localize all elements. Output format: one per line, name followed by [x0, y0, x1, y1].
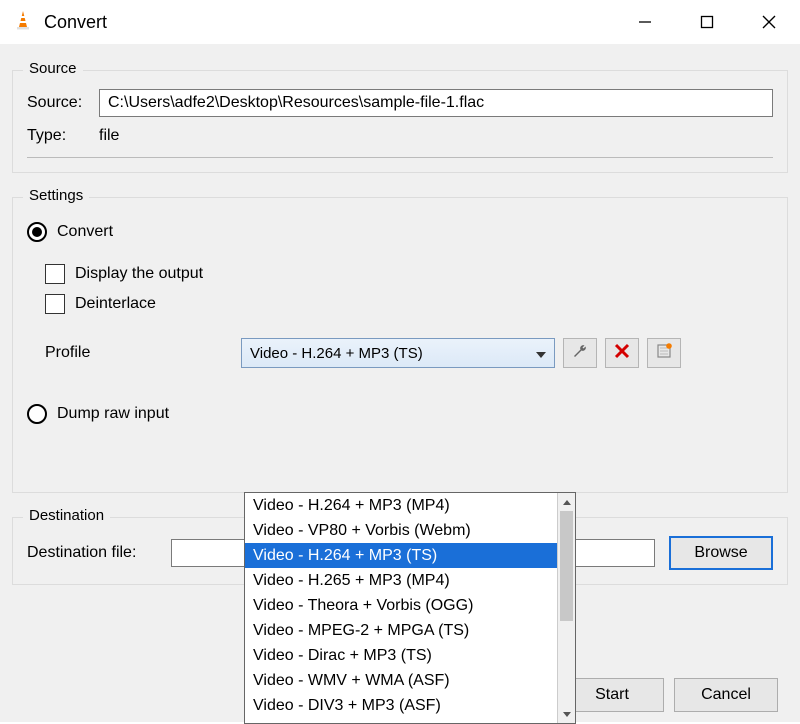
- minimize-button[interactable]: [614, 0, 676, 44]
- convert-label: Convert: [57, 223, 113, 241]
- window-title: Convert: [44, 12, 107, 33]
- profile-combobox[interactable]: Video - H.264 + MP3 (TS): [241, 338, 555, 368]
- type-value: file: [99, 127, 119, 145]
- deinterlace-checkbox[interactable]: [45, 294, 65, 314]
- start-button-label: Start: [595, 686, 629, 704]
- dropdown-scrollbar[interactable]: [557, 493, 575, 723]
- maximize-button[interactable]: [676, 0, 738, 44]
- settings-group: Settings Convert Display the output Dein…: [12, 197, 788, 493]
- deinterlace-label: Deinterlace: [75, 295, 156, 313]
- profile-option[interactable]: Video - H.264 + MP3 (TS): [245, 543, 557, 568]
- source-legend: Source: [23, 60, 83, 77]
- type-label: Type:: [27, 127, 99, 145]
- profile-option[interactable]: Video - DIV3 + MP3 (ASF): [245, 693, 557, 718]
- dump-raw-radio[interactable]: [27, 404, 47, 424]
- x-red-icon: [614, 343, 630, 363]
- profile-option[interactable]: Audio - Vorbis (OGG): [245, 718, 557, 723]
- display-output-label: Display the output: [75, 265, 203, 283]
- new-profile-button[interactable]: [647, 338, 681, 368]
- source-label: Source:: [27, 94, 99, 112]
- convert-radio[interactable]: [27, 222, 47, 242]
- profile-option[interactable]: Video - WMV + WMA (ASF): [245, 668, 557, 693]
- close-button[interactable]: [738, 0, 800, 44]
- profile-label: Profile: [45, 344, 241, 362]
- profile-option[interactable]: Video - VP80 + Vorbis (Webm): [245, 518, 557, 543]
- cancel-button-label: Cancel: [701, 686, 751, 704]
- titlebar: Convert: [0, 0, 800, 44]
- profile-option[interactable]: Video - H.265 + MP3 (MP4): [245, 568, 557, 593]
- profile-option[interactable]: Video - H.264 + MP3 (MP4): [245, 493, 557, 518]
- scroll-down-button[interactable]: [558, 705, 575, 723]
- dump-raw-label: Dump raw input: [57, 405, 169, 423]
- source-group: Source Source: Type: file: [12, 70, 788, 173]
- profile-option[interactable]: Video - MPEG-2 + MPGA (TS): [245, 618, 557, 643]
- source-input[interactable]: [99, 89, 773, 117]
- destination-legend: Destination: [23, 507, 110, 524]
- scroll-thumb[interactable]: [560, 511, 573, 621]
- settings-legend: Settings: [23, 187, 89, 204]
- edit-profile-button[interactable]: [563, 338, 597, 368]
- chevron-down-icon: [536, 345, 546, 362]
- vlc-cone-icon: [12, 9, 34, 35]
- new-document-icon: [656, 343, 672, 363]
- profile-option[interactable]: Video - Dirac + MP3 (TS): [245, 643, 557, 668]
- destination-file-label: Destination file:: [27, 544, 171, 562]
- source-divider: [27, 157, 773, 158]
- profile-option[interactable]: Video - Theora + Vorbis (OGG): [245, 593, 557, 618]
- browse-button-label: Browse: [694, 544, 747, 562]
- profile-dropdown-list[interactable]: Video - H.264 + MP3 (MP4)Video - VP80 + …: [244, 492, 576, 724]
- display-output-checkbox[interactable]: [45, 264, 65, 284]
- delete-profile-button[interactable]: [605, 338, 639, 368]
- wrench-icon: [571, 342, 589, 364]
- scroll-up-button[interactable]: [558, 493, 575, 511]
- profile-selected-text: Video - H.264 + MP3 (TS): [250, 345, 423, 362]
- browse-button[interactable]: Browse: [669, 536, 773, 570]
- cancel-button[interactable]: Cancel: [674, 678, 778, 712]
